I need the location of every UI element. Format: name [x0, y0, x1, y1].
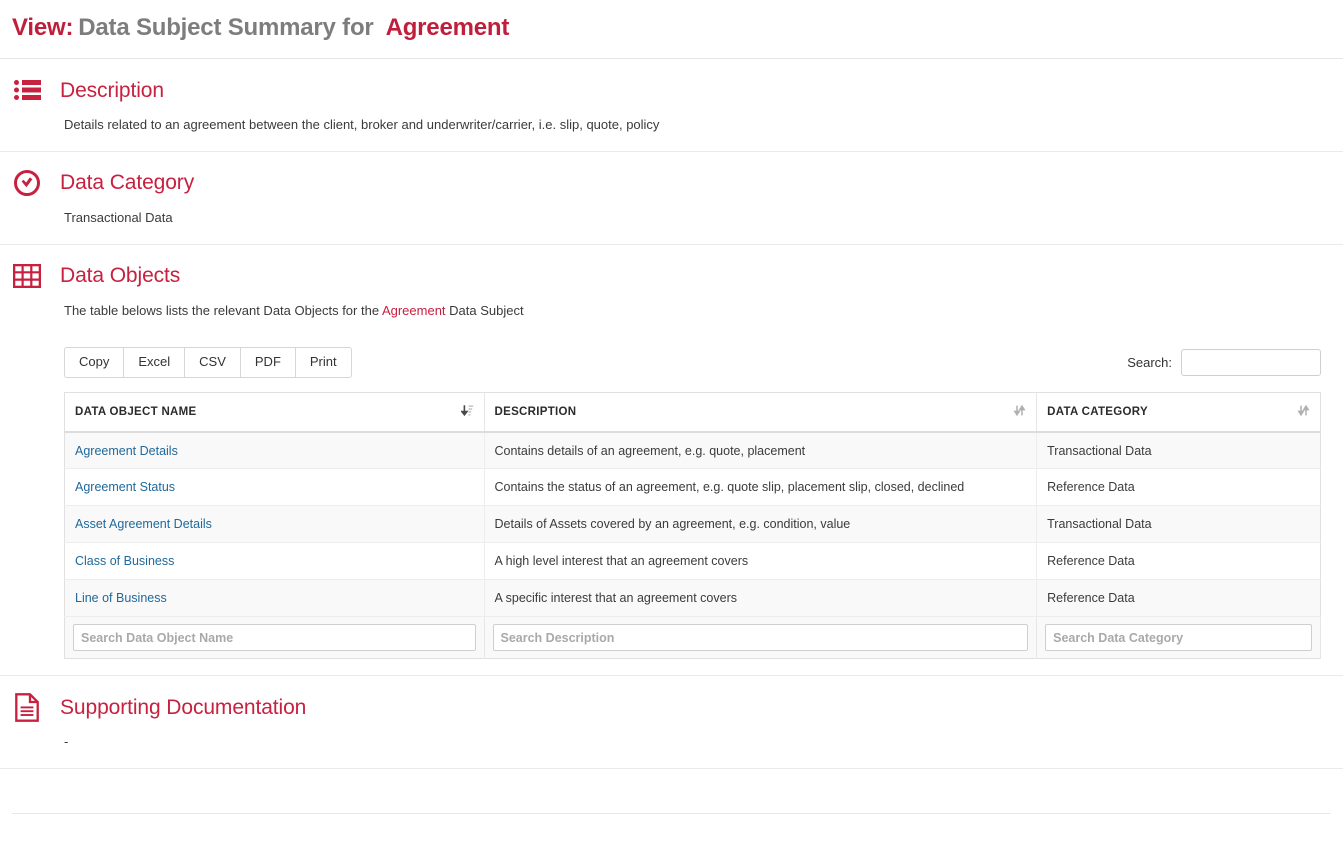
intro-text-before: The table belows lists the relevant Data… — [64, 302, 382, 318]
copy-button[interactable]: Copy — [64, 346, 124, 378]
table-filter-row — [64, 616, 1321, 659]
cell-data-object-name: Class of Business — [64, 542, 485, 581]
cell-data-object-name: Line of Business — [64, 579, 485, 618]
cell-description: Details of Assets covered by an agreemen… — [484, 505, 1038, 544]
section-data-objects: Data Objects The table belows lists the … — [0, 245, 1343, 677]
section-data-objects-intro: The table belows lists the relevant Data… — [64, 302, 1331, 321]
section-data-category-value: Transactional Data — [64, 209, 173, 225]
column-label-description: DESCRIPTION — [494, 405, 577, 418]
filter-input-data-category[interactable] — [1045, 624, 1312, 652]
supporting-documentation-value: - — [64, 734, 69, 750]
table-row: Agreement Details Contains details of an… — [64, 431, 1321, 470]
data-object-link[interactable]: Class of Business — [75, 554, 174, 568]
section-description-header: Description — [12, 73, 1331, 107]
filter-cell-data-object-name — [64, 616, 485, 659]
table-search: Search: — [1127, 348, 1321, 376]
datatable-toolbar: Copy Excel CSV PDF Print Search: — [64, 346, 1321, 378]
section-data-objects-header: Data Objects — [12, 259, 1331, 293]
column-label-data-category: DATA CATEGORY — [1047, 405, 1148, 418]
filter-input-data-object-name[interactable] — [73, 624, 476, 652]
column-header-data-object-name[interactable]: DATA OBJECT NAME — [64, 392, 485, 433]
cell-description: Contains the status of an agreement, e.g… — [484, 468, 1038, 507]
table-foot — [64, 616, 1321, 659]
data-object-link[interactable]: Asset Agreement Details — [75, 517, 212, 531]
pdf-button[interactable]: PDF — [239, 346, 295, 378]
cell-description: A specific interest that an agreement co… — [484, 579, 1038, 618]
excel-button[interactable]: Excel — [123, 346, 185, 378]
cell-data-object-name: Asset Agreement Details — [64, 505, 485, 544]
filter-input-description[interactable] — [492, 624, 1029, 652]
check-circle-icon — [12, 168, 42, 198]
page-root: View: Data Subject Summary for Agreement D… — [0, 0, 1343, 814]
column-header-data-category[interactable]: DATA CATEGORY — [1036, 392, 1321, 433]
csv-button[interactable]: CSV — [184, 346, 240, 378]
section-description: Description Details related to an agreem… — [0, 59, 1343, 152]
cell-description: A high level interest that an agreement … — [484, 542, 1038, 581]
document-icon — [12, 692, 42, 722]
table-header-row: DATA OBJECT NAME DESCRIPTION DATA CATEGO… — [64, 392, 1321, 433]
search-input[interactable] — [1181, 348, 1321, 376]
column-header-description[interactable]: DESCRIPTION — [484, 392, 1038, 433]
cell-data-category: Reference Data — [1036, 542, 1321, 581]
cell-data-object-name: Agreement Details — [64, 431, 485, 470]
filter-cell-data-category — [1036, 616, 1321, 659]
table-row: Agreement Status Contains the status of … — [64, 468, 1321, 507]
print-button[interactable]: Print — [294, 346, 352, 378]
intro-text-after: Data Subject — [445, 302, 524, 318]
cell-data-category: Transactional Data — [1036, 505, 1321, 544]
section-data-category-header: Data Category — [12, 166, 1331, 200]
table-grid-icon — [12, 261, 42, 291]
page-title-middle: Data Subject Summary for — [78, 14, 374, 41]
page-title-entity: Agreement — [385, 14, 510, 41]
data-object-link[interactable]: Line of Business — [75, 591, 167, 605]
filter-cell-description — [484, 616, 1038, 659]
bottom-divider — [12, 813, 1331, 814]
sort-ascending-icon — [459, 404, 474, 420]
data-object-link[interactable]: Agreement Details — [75, 444, 178, 458]
cell-description: Contains details of an agreement, e.g. q… — [484, 431, 1038, 470]
table-row: Asset Agreement Details Details of Asset… — [64, 505, 1321, 544]
list-icon — [12, 75, 42, 105]
section-data-objects-title: Data Objects — [60, 264, 181, 288]
column-label-data-object-name: DATA OBJECT NAME — [75, 405, 197, 418]
data-object-link[interactable]: Agreement Status — [75, 480, 175, 494]
export-button-group: Copy Excel CSV PDF Print — [64, 346, 352, 378]
data-objects-table: DATA OBJECT NAME DESCRIPTION DATA CATEGO… — [64, 391, 1321, 660]
sort-none-icon — [1297, 404, 1310, 420]
section-supporting-documentation: Supporting Documentation - — [0, 676, 1343, 770]
table-body: Agreement Details Contains details of an… — [64, 431, 1321, 618]
section-description-text: Details related to an agreement between … — [64, 117, 660, 132]
cell-data-category: Reference Data — [1036, 468, 1321, 507]
cell-data-category: Transactional Data — [1036, 431, 1321, 470]
table-row: Line of Business A specific interest tha… — [64, 579, 1321, 618]
section-data-category-title: Data Category — [60, 171, 195, 195]
section-supporting-documentation-header: Supporting Documentation — [12, 690, 1331, 724]
table-row: Class of Business A high level interest … — [64, 542, 1321, 581]
section-supporting-documentation-title: Supporting Documentation — [60, 695, 307, 719]
cell-data-category: Reference Data — [1036, 579, 1321, 618]
section-description-title: Description — [60, 78, 164, 102]
intro-entity-highlight: Agreement — [381, 302, 446, 318]
search-label: Search: — [1127, 354, 1172, 370]
cell-data-object-name: Agreement Status — [64, 468, 485, 507]
page-title: View: Data Subject Summary for Agreement — [0, 0, 1343, 59]
data-objects-datatable: Copy Excel CSV PDF Print Search: DATA OB… — [64, 346, 1321, 660]
section-data-category: Data Category Transactional Data — [0, 152, 1343, 245]
sort-none-icon — [1013, 404, 1026, 420]
table-head: DATA OBJECT NAME DESCRIPTION DATA CATEGO… — [64, 392, 1321, 433]
page-title-prefix: View: — [12, 14, 74, 41]
